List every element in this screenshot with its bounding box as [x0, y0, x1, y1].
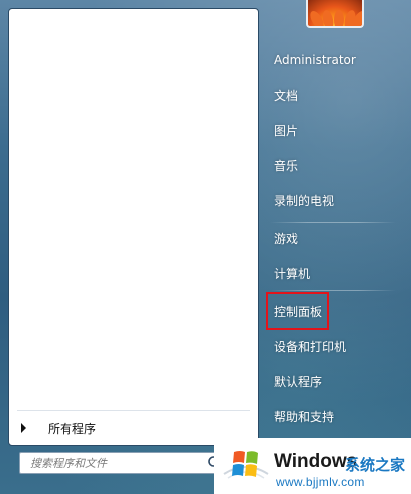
right-item-documents[interactable]: 文档 [266, 81, 398, 109]
left-pane: 所有程序 [8, 8, 259, 446]
start-menu: 所有程序 Administrator 文档 图片 音乐 录制的电视 游戏 计算机 [0, 0, 411, 494]
right-item-label: 游戏 [274, 231, 299, 246]
right-item-music[interactable]: 音乐 [266, 151, 398, 179]
all-programs-label: 所有程序 [48, 421, 97, 436]
left-divider [17, 410, 250, 411]
right-item-label: 文档 [274, 88, 299, 103]
search-input[interactable] [20, 454, 200, 472]
watermark-url: www.bjjmlv.com [276, 475, 365, 489]
right-separator [270, 222, 396, 223]
right-item-pictures[interactable]: 图片 [266, 116, 398, 144]
right-item-label: 帮助和支持 [274, 409, 335, 424]
pinned-programs-area [9, 9, 258, 409]
triangle-right-icon [21, 423, 26, 433]
watermark: Windows 系统之家 www.bjjmlv.com [214, 438, 411, 494]
flower-avatar-icon[interactable] [306, 0, 364, 28]
right-item-computer[interactable]: 计算机 [266, 259, 398, 287]
right-item-default-programs[interactable]: 默认程序 [266, 367, 398, 395]
right-item-devices-printers[interactable]: 设备和打印机 [266, 332, 398, 360]
right-item-label: 图片 [274, 123, 299, 138]
windows-logo-icon [223, 451, 269, 479]
right-item-label: 设备和打印机 [274, 339, 347, 354]
right-separator [270, 290, 396, 291]
right-item-help-support[interactable]: 帮助和支持 [266, 402, 398, 430]
right-item-recorded-tv[interactable]: 录制的电视 [266, 186, 398, 214]
right-item-label: 计算机 [274, 266, 311, 281]
search-box[interactable] [19, 452, 226, 474]
watermark-suffix: 系统之家 [345, 456, 406, 474]
user-name-link[interactable]: Administrator [266, 46, 398, 74]
control-panel-highlight-box [266, 292, 329, 330]
right-item-games[interactable]: 游戏 [266, 224, 398, 252]
right-item-label: 默认程序 [274, 374, 323, 389]
right-item-label: 音乐 [274, 158, 299, 173]
right-item-label: 录制的电视 [274, 193, 335, 208]
user-name-label: Administrator [274, 53, 356, 67]
